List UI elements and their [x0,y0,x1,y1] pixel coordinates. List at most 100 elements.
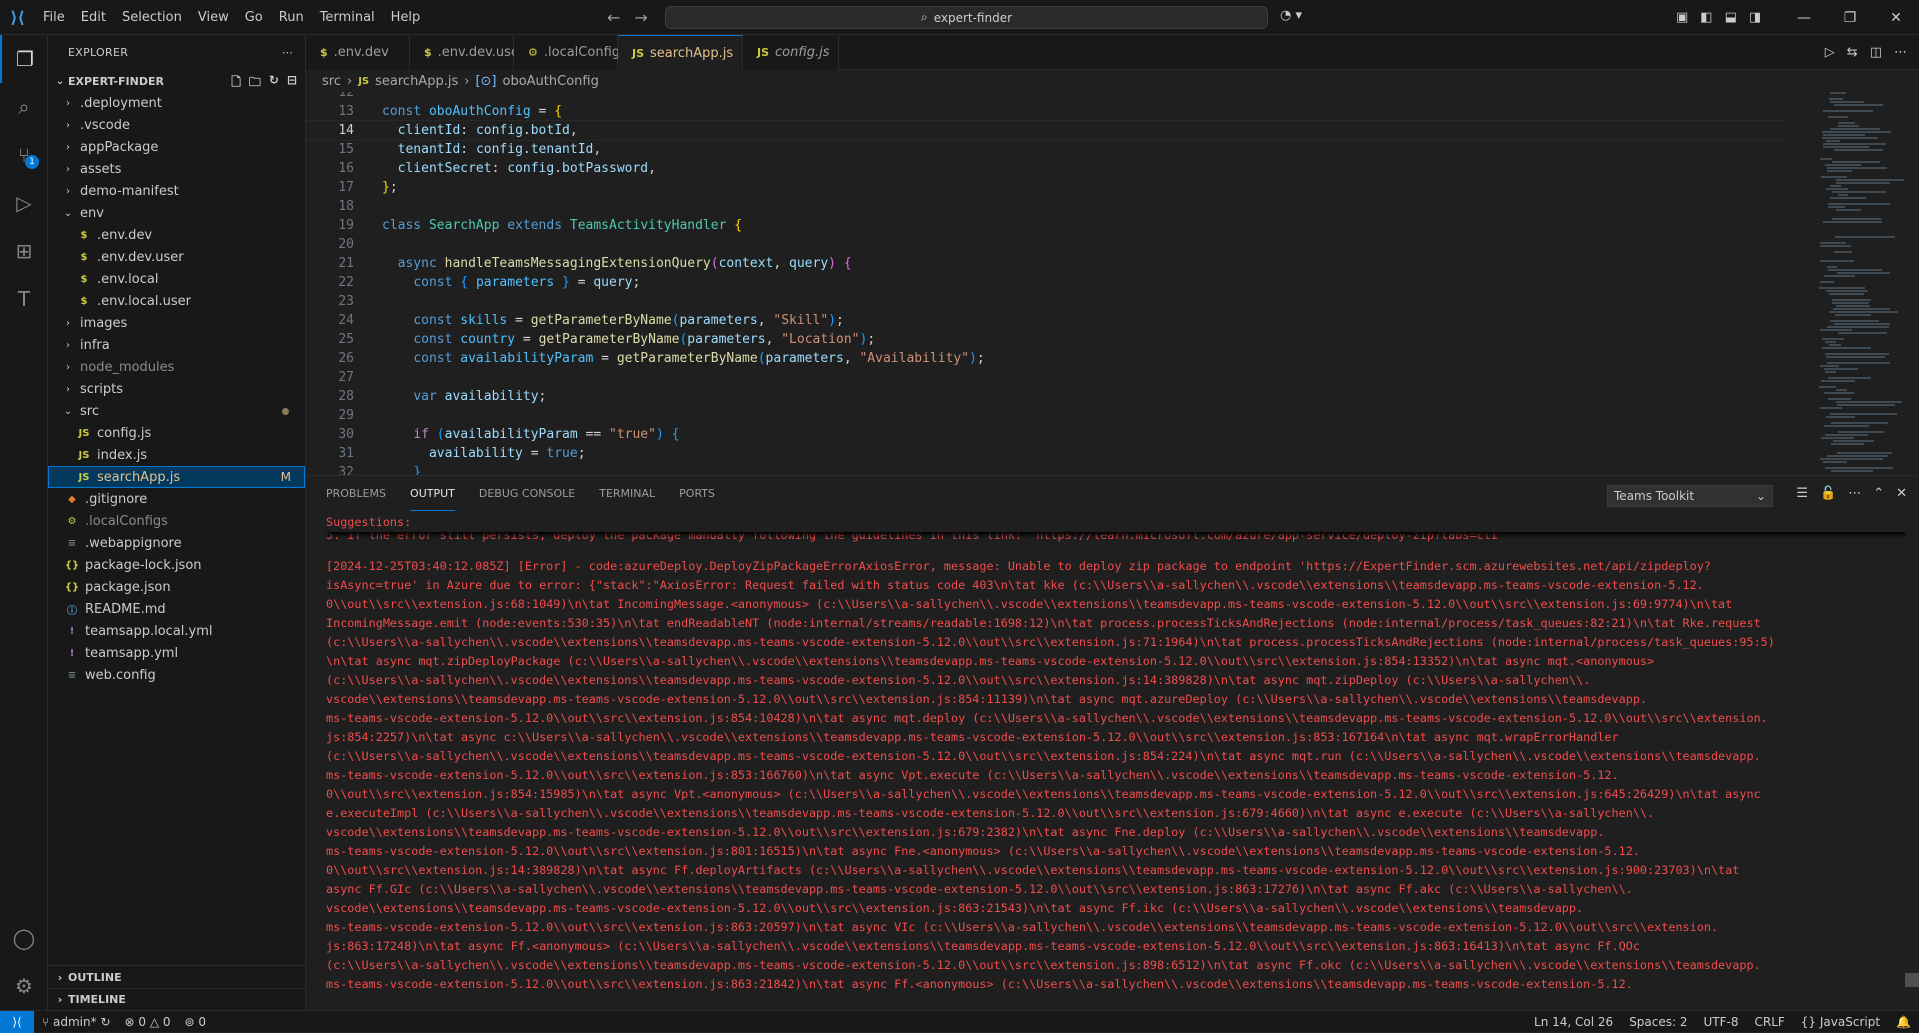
open-changes-icon[interactable]: ⇆ [1847,45,1858,60]
end-of-line[interactable]: CRLF [1754,1015,1784,1029]
tree-item-env-local[interactable]: $ .env.local [48,268,305,290]
new-file-icon[interactable]: 🗋 [231,73,241,94]
search-icon[interactable]: ⌕ [0,83,48,131]
run-icon[interactable]: ▷ [1825,45,1835,60]
tree-item-scripts[interactable]: › scripts [48,378,305,400]
menu-item-view[interactable]: View [190,0,237,35]
output-log[interactable]: Suggestions: 4. If the error message spe… [326,513,1906,1011]
code-line[interactable]: 32 } [306,463,1786,475]
output-channel-select[interactable]: Teams Toolkit ⌄ [1607,485,1773,507]
menu-item-run[interactable]: Run [271,0,312,35]
tree-item-env-dev[interactable]: $ .env.dev [48,224,305,246]
code-line[interactable]: 14 clientId: config.botId, [306,120,1786,141]
forward-arrow-icon[interactable]: → [634,8,647,27]
code-line[interactable]: 16 clientSecret: config.botPassword, [306,159,1786,178]
menu-item-go[interactable]: Go [237,0,271,35]
tree-item-package-lock-json[interactable]: {} package-lock.json [48,554,305,576]
minimap[interactable] [1815,92,1905,475]
panel-tab-ports[interactable]: PORTS [679,476,715,511]
lock-scroll-icon[interactable]: 🔓 [1820,486,1836,501]
encoding[interactable]: UTF-8 [1704,1015,1739,1029]
tree-item-readme-md[interactable]: ⓘ README.md [48,598,305,620]
refresh-icon[interactable]: ↻ [269,73,279,94]
customize-layout-icon[interactable]: ▣ [1676,10,1688,25]
code-line[interactable]: 20 [306,235,1786,254]
teams-toolkit-icon[interactable]: T [0,275,48,323]
code-line[interactable]: 21 async handleTeamsMessagingExtensionQu… [306,254,1786,273]
panel-tab-debug-console[interactable]: DEBUG CONSOLE [479,476,575,511]
remote-indicator-icon[interactable]: ⟩⟨ [0,1010,34,1033]
code-line[interactable]: 24 const skills = getParameterByName(par… [306,311,1786,330]
collapse-all-icon[interactable]: ⊟ [287,73,297,94]
back-arrow-icon[interactable]: ← [607,8,620,27]
tree-item-index-js[interactable]: JS index.js [48,444,305,466]
code-line[interactable]: 12 [306,92,1786,102]
maximize-panel-icon[interactable]: ⌃ [1873,486,1884,501]
code-line[interactable]: 27 [306,368,1786,387]
menu-item-file[interactable]: File [35,0,73,35]
indentation[interactable]: Spaces: 2 [1629,1015,1687,1029]
tree-item-images[interactable]: › images [48,312,305,334]
tree-item-teamsapp-yml[interactable]: ! teamsapp.yml [48,642,305,664]
split-editor-icon[interactable]: ◫ [1870,45,1882,60]
tab-env-dev-user[interactable]: $ .env.dev.user [410,35,524,70]
tree-item-web-config[interactable]: ≡ web.config [48,664,305,686]
breadcrumb-symbol[interactable]: oboAuthConfig [502,74,598,89]
menu-item-edit[interactable]: Edit [73,0,114,35]
code-line[interactable]: 19 class SearchApp extends TeamsActivityH… [306,216,1786,235]
toggle-sidebar-icon[interactable]: ◧ [1700,10,1712,25]
code-line[interactable]: 28 var availability; [306,387,1786,406]
more-actions-icon[interactable]: ⋯ [282,46,293,59]
toggle-secondary-sidebar-icon[interactable]: ◨ [1749,10,1761,25]
tree-item-env[interactable]: ⌄ env [48,202,305,224]
new-folder-icon[interactable]: 🗀 [249,73,261,94]
timeline-section[interactable]: › TIMELINE [48,988,306,1010]
tree-item-src[interactable]: ⌄ src [48,400,305,422]
code-line[interactable]: 25 const country = getParameterByName(pa… [306,330,1786,349]
code-editor[interactable]: 12 13 const oboAuthConfig = {14 clientId: … [306,92,1786,475]
code-line[interactable]: 22 const { parameters } = query; [306,273,1786,292]
more-actions-icon[interactable]: ⋯ [1894,45,1907,60]
tree-item-infra[interactable]: › infra [48,334,305,356]
code-line[interactable]: 26 const availabilityParam = getParamete… [306,349,1786,368]
tree-item-deployment[interactable]: › .deployment [48,92,305,114]
source-control-icon[interactable]: ⑂ 1 [0,131,48,179]
settings-gear-icon[interactable]: ⚙ [0,962,48,1010]
tree-item-vscode[interactable]: › .vscode [48,114,305,136]
panel-tab-output[interactable]: OUTPUT [410,476,455,511]
tree-item-webappignore[interactable]: ≡ .webappignore [48,532,305,554]
tab-searchapp-js[interactable]: JSsearchApp.jsM✕ [618,35,781,71]
menu-item-terminal[interactable]: Terminal [312,0,383,35]
tree-item-node-modules[interactable]: › node_modules [48,356,305,378]
outline-section[interactable]: › OUTLINE [48,966,306,988]
explorer-root[interactable]: ⌄ EXPERT-FINDER 🗋 🗀 ↻ ⊟ [48,70,305,92]
tree-item-assets[interactable]: › assets [48,158,305,180]
tree-item-package-json[interactable]: {} package.json [48,576,305,598]
code-line[interactable]: 15 tenantId: config.tenantId, [306,140,1786,159]
restore-icon[interactable]: ❐ [1827,0,1873,35]
tab-config-js[interactable]: JS config.js [743,35,839,70]
extensions-icon[interactable]: ⊞ [0,227,48,275]
panel-tab-terminal[interactable]: TERMINAL [599,476,655,511]
more-actions-icon[interactable]: ⋯ [1848,486,1861,501]
code-line[interactable]: 30 if (availabilityParam == "true") { [306,425,1786,444]
notifications-icon[interactable]: 🔔 [1896,1015,1911,1029]
copilot-icon[interactable]: ◔ ▾ [1280,8,1302,23]
close-panel-icon[interactable]: ✕ [1896,486,1907,501]
menu-item-selection[interactable]: Selection [114,0,190,35]
tree-item-config-js[interactable]: JS config.js [48,422,305,444]
tree-item-env-dev-user[interactable]: $ .env.dev.user [48,246,305,268]
tree-item-localconfigs[interactable]: ⚙ .localConfigs [48,510,305,532]
tree-item-apppackage[interactable]: › appPackage [48,136,305,158]
panel-tab-problems[interactable]: PROBLEMS [326,476,386,511]
tab-localconfigs[interactable]: ⚙ .localConfigs [514,35,627,70]
close-window-icon[interactable]: ✕ [1873,0,1919,35]
tree-item-env-local-user[interactable]: $ .env.local.user [48,290,305,312]
tab-env-dev[interactable]: $ .env.dev [306,35,410,70]
breadcrumb-file[interactable]: searchApp.js [375,74,458,89]
cursor-position[interactable]: Ln 14, Col 26 [1534,1015,1613,1029]
command-center-search[interactable]: ⌕ expert-finder [665,6,1268,29]
minimize-icon[interactable]: — [1781,0,1827,35]
tree-item-gitignore[interactable]: ◆ .gitignore [48,488,305,510]
explorer-icon[interactable]: ❐ [0,35,48,83]
